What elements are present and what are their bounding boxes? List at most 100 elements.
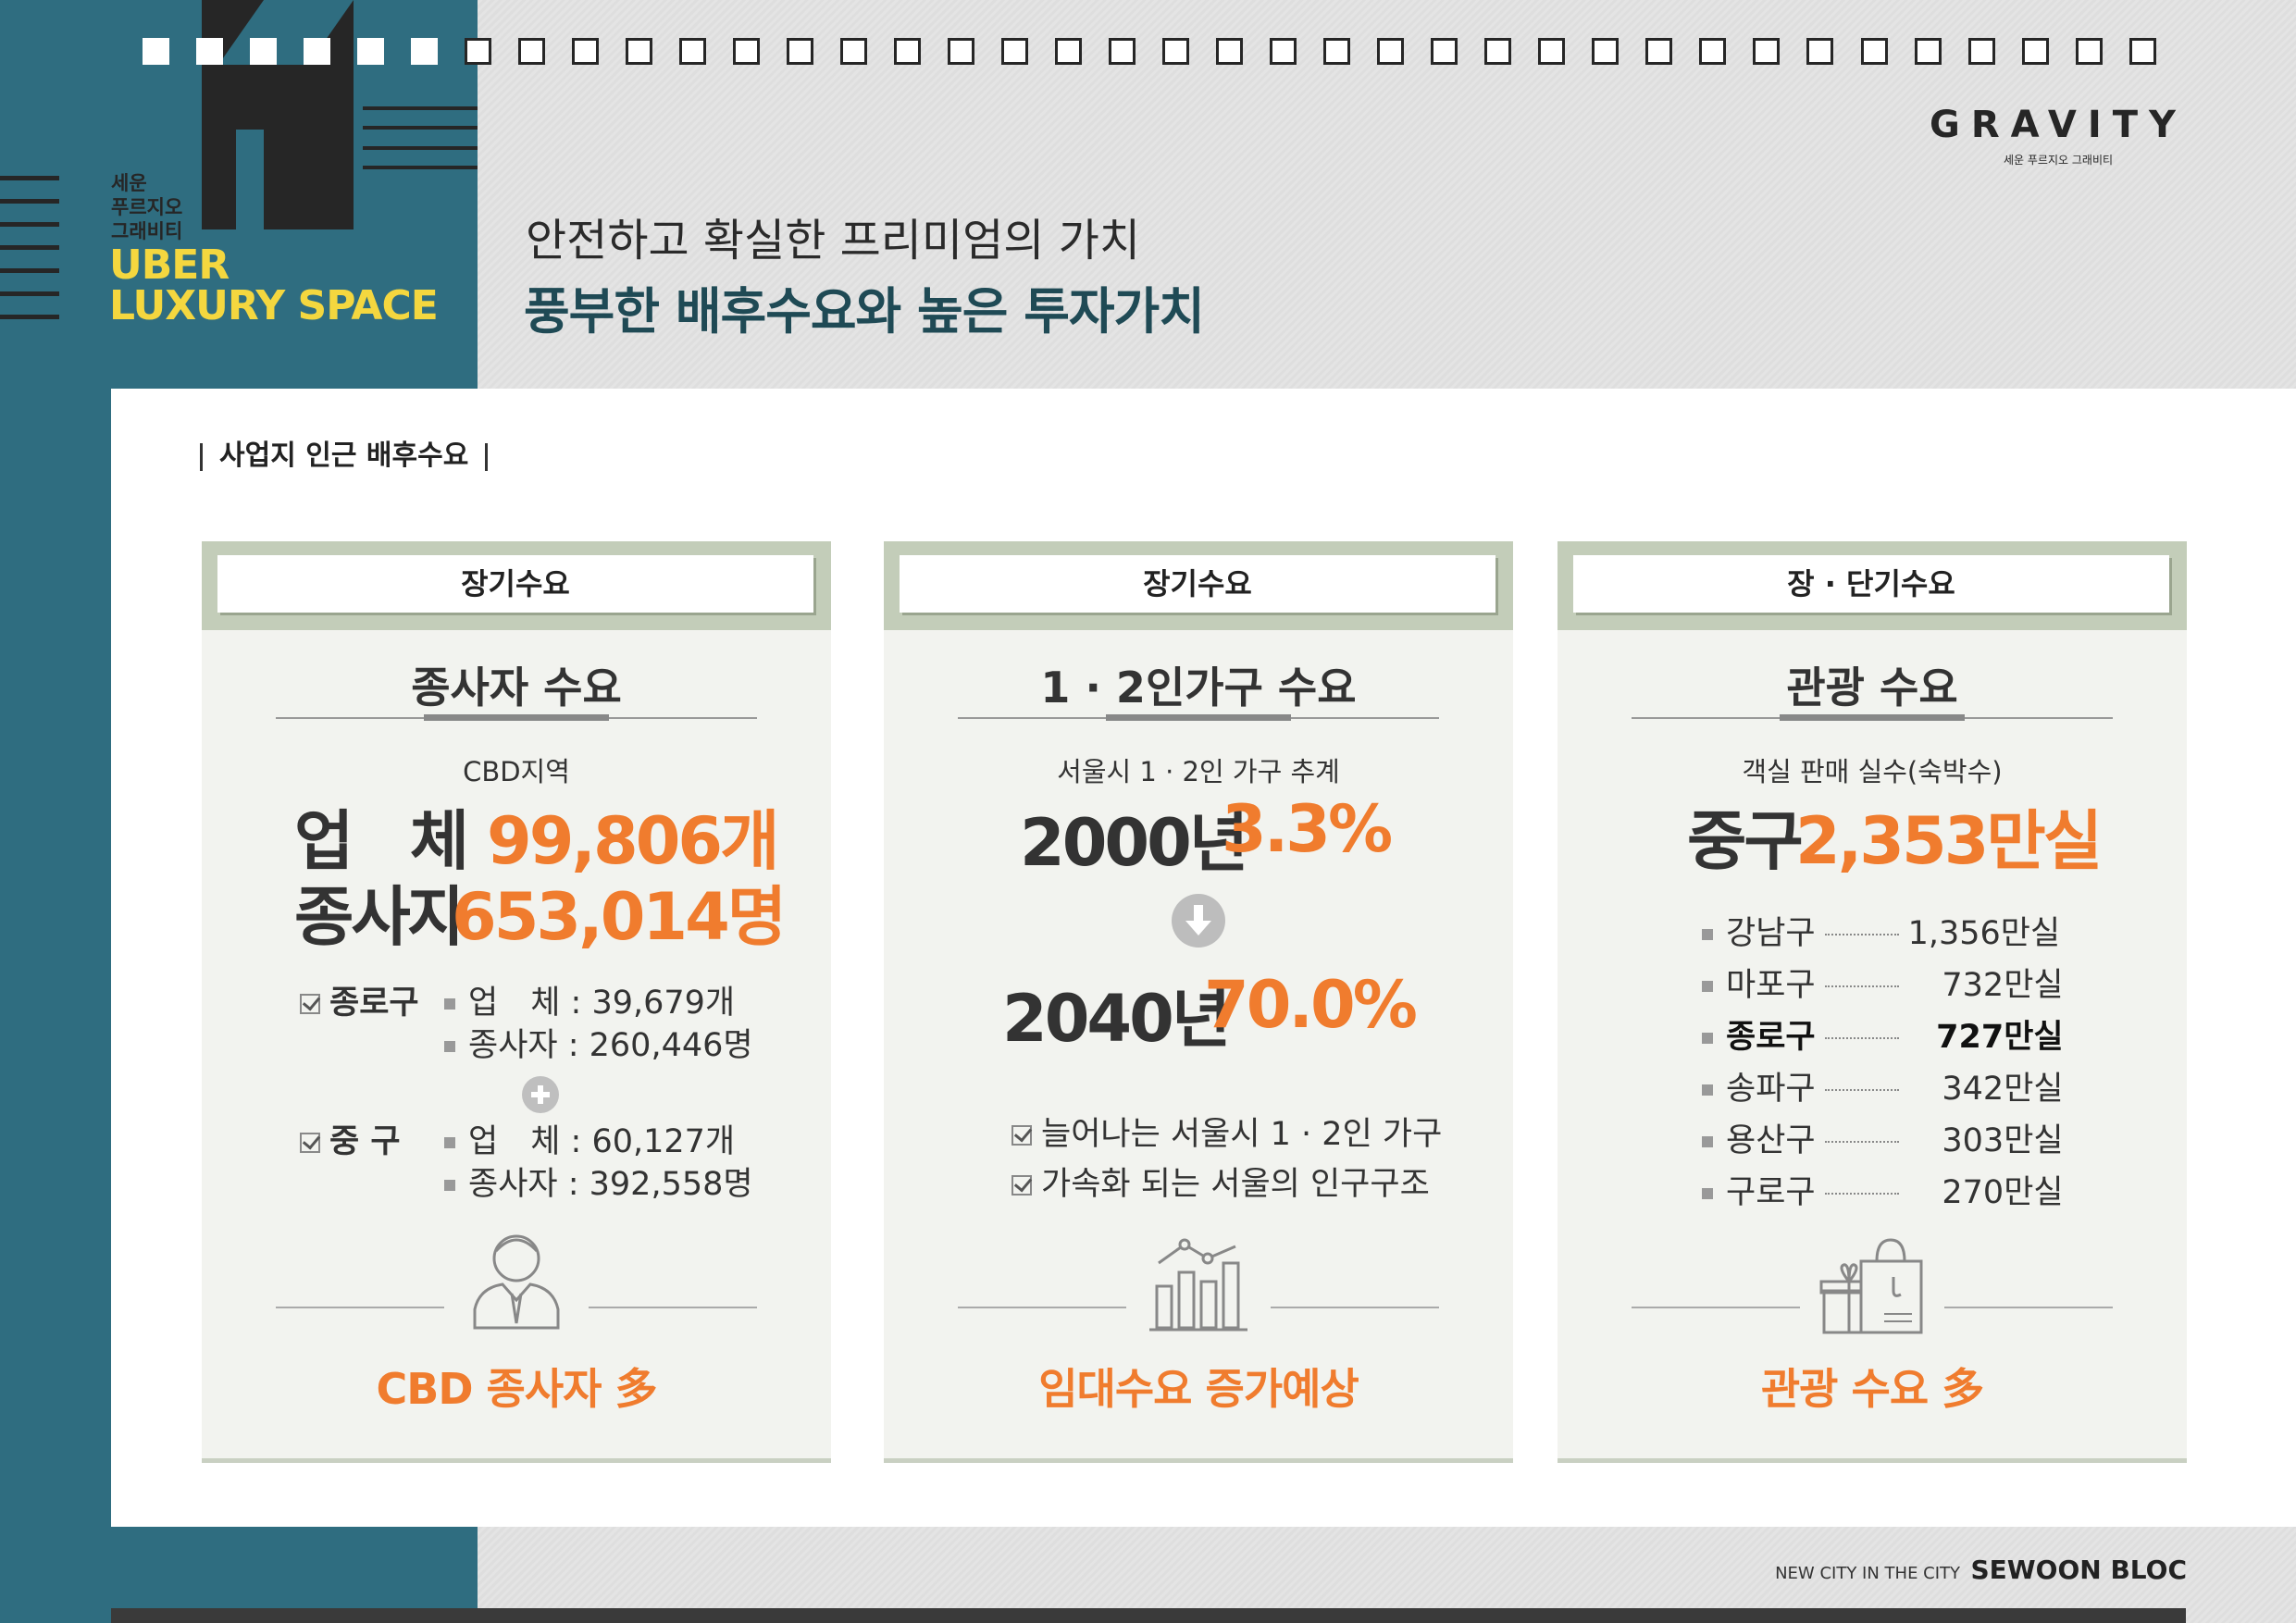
- arrow-down-icon: [1172, 894, 1225, 948]
- binder-hole: [1484, 38, 1512, 65]
- divider-accent: [424, 714, 609, 721]
- binder-hole: [1538, 38, 1566, 65]
- binder-holes: [143, 38, 2156, 66]
- card-title: 종사자 수요: [411, 663, 622, 712]
- card-header: 장기수요: [202, 541, 831, 630]
- bullet-icon: [1702, 929, 1713, 940]
- binder-hole: [1055, 38, 1083, 65]
- card-sub-label: 서울시 1 · 2인 가구 추계: [1057, 756, 1340, 787]
- card-households: 장기수요 1 · 2인가구 수요 서울시 1 · 2인 가구 추계 2000년 …: [884, 541, 1513, 1463]
- district-row: 강남구 1,356만실: [1702, 907, 2060, 954]
- binder-hole: [948, 38, 975, 65]
- shopping-gift-icon: [1819, 1238, 1923, 1334]
- bottom-bar: [111, 1608, 2186, 1623]
- brand-small-text: 세운 푸르지오 그래비티: [111, 172, 183, 242]
- divider: [958, 1307, 1126, 1308]
- card-footer: CBD 종사자 多: [376, 1364, 658, 1414]
- binder-hole: [1592, 38, 1620, 65]
- page-title: 풍부한 배후수요와 높은 투자가치: [524, 282, 1205, 341]
- bullet-icon: [1702, 1033, 1713, 1044]
- divider: [1944, 1307, 2113, 1308]
- binder-hole: [143, 38, 169, 65]
- binder-hole: [2075, 38, 2103, 65]
- page-subtitle: 안전하고 확실한 프리미엄의 가치: [526, 215, 1141, 266]
- binder-hole: [250, 38, 278, 65]
- card-tab: 장기수요: [900, 555, 1496, 613]
- bullet-icon: [1702, 1084, 1713, 1096]
- card-footer: 관광 수요 多: [1760, 1364, 1984, 1414]
- binder-hole: [1109, 38, 1136, 65]
- bullet-icon: [444, 1137, 455, 1148]
- stat-row: 업 체 : 39,679개: [444, 976, 735, 1023]
- year-label: 2000년: [1020, 805, 1248, 881]
- district-row: 용산구 303만실: [1702, 1114, 2064, 1161]
- binder-hole: [518, 38, 546, 65]
- binder-hole: [1270, 38, 1297, 65]
- card-footer: 임대수요 증가예상: [1038, 1364, 1359, 1414]
- binder-hole: [1806, 38, 1834, 65]
- building-graphic-cut: [236, 130, 264, 229]
- binder-hole: [1377, 38, 1405, 65]
- footer-tagline: NEW CITY IN THE CITY SEWOON BLOC: [1775, 1555, 2187, 1585]
- check-icon: [300, 1133, 320, 1153]
- card-sub-label: CBD지역: [463, 756, 570, 787]
- binder-hole: [2021, 38, 2049, 65]
- section-title: 사업지 인근 배후수요: [200, 432, 488, 473]
- binder-hole: [1216, 38, 1244, 65]
- district-row: 송파구 342만실: [1702, 1062, 2064, 1109]
- binder-hole: [787, 38, 814, 65]
- divider: [276, 1307, 444, 1308]
- big-label: 중구: [1687, 803, 1804, 879]
- bullet-icon: [1702, 1188, 1713, 1199]
- stripes-right: [363, 106, 478, 169]
- bullet-icon: [444, 1180, 455, 1191]
- binder-hole: [1860, 38, 1888, 65]
- district-row: 구로구 270만실: [1702, 1166, 2064, 1213]
- binder-hole: [357, 38, 385, 65]
- year-value: 70.0%: [1204, 967, 1418, 1043]
- binder-hole: [1699, 38, 1727, 65]
- binder-hole: [2128, 38, 2156, 65]
- stat-row: 종사자 : 392,558명: [444, 1158, 753, 1205]
- district-row-highlight: 종로구 727만실: [1702, 1010, 2064, 1058]
- binder-hole: [626, 38, 653, 65]
- card-sub-label: 객실 판매 실수(숙박수): [1742, 756, 2003, 787]
- bullet-icon: [444, 998, 455, 1010]
- binder-hole: [1323, 38, 1351, 65]
- plus-icon: [522, 1076, 559, 1113]
- binder-hole: [196, 38, 224, 65]
- note-row: 늘어나는 서울시 1 · 2인 가구: [1011, 1108, 1442, 1155]
- binder-hole: [1431, 38, 1458, 65]
- card-tab: 장기수요: [217, 555, 813, 613]
- big-value: 653,014명: [452, 879, 787, 955]
- divider-accent: [1780, 714, 1965, 721]
- check-icon: [300, 994, 320, 1014]
- bullet-icon: [444, 1041, 455, 1052]
- binder-hole: [572, 38, 600, 65]
- big-label: 종사자: [294, 879, 467, 955]
- check-icon: [1011, 1125, 1032, 1146]
- divider: [1632, 1307, 1800, 1308]
- district-row: 마포구 732만실: [1702, 959, 2064, 1006]
- binder-hole: [840, 38, 868, 65]
- binder-hole: [1645, 38, 1673, 65]
- binder-hole: [1753, 38, 1781, 65]
- stat-row: 업 체 : 60,127개: [444, 1115, 735, 1162]
- binder-hole: [1914, 38, 1942, 65]
- note-row: 가속화 되는 서울의 인구구조: [1011, 1158, 1430, 1205]
- binder-hole: [894, 38, 922, 65]
- big-value: 2,353만실: [1795, 803, 2103, 879]
- divider: [589, 1307, 757, 1308]
- card-title: 관광 수요: [1786, 663, 1958, 712]
- check-icon: [1011, 1175, 1032, 1196]
- binder-hole: [733, 38, 761, 65]
- binder-hole: [304, 38, 331, 65]
- logo-main: GRAVITY: [1930, 104, 2187, 146]
- growth-chart-icon: [1149, 1238, 1247, 1332]
- group-name: 중 구: [300, 1115, 401, 1162]
- binder-hole: [411, 38, 439, 65]
- card-tab: 장 · 단기수요: [1573, 555, 2169, 613]
- worker-icon: [473, 1234, 560, 1330]
- binder-hole: [465, 38, 492, 65]
- year-value: 3.3%: [1222, 791, 1393, 867]
